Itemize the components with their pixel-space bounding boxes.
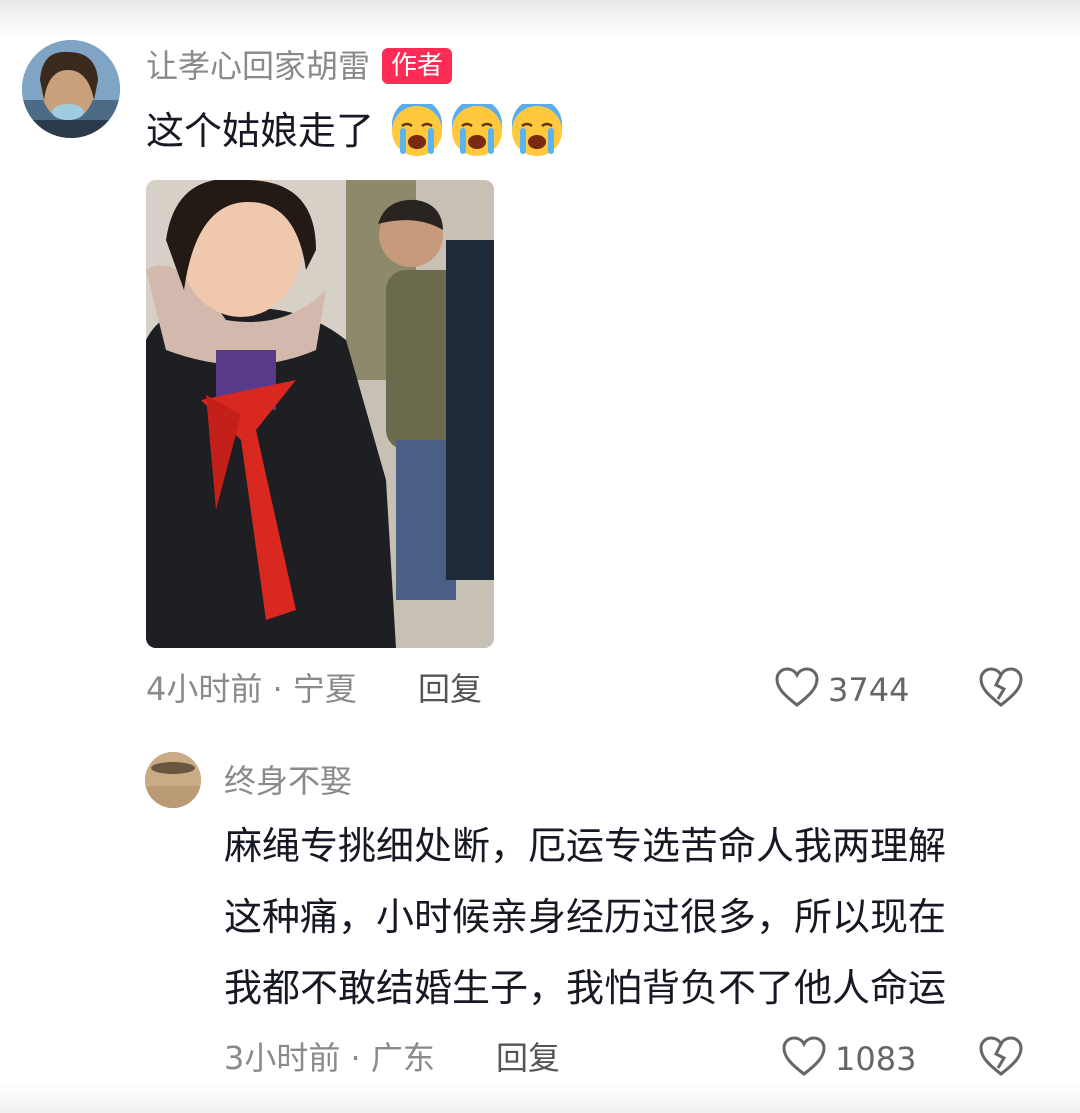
reply-dislike-button[interactable] (978, 1036, 1024, 1082)
reply-like-count: 1083 (835, 1040, 917, 1078)
dislike-button[interactable] (978, 667, 1024, 713)
top-fade (0, 0, 1080, 40)
reply-reply-button[interactable]: 回复 (496, 1038, 560, 1078)
broken-heart-icon (978, 667, 1024, 713)
emoji-row (384, 99, 564, 158)
photo-image (146, 180, 494, 648)
reply-button[interactable]: 回复 (418, 669, 482, 709)
broken-heart-icon (978, 1036, 1024, 1082)
bottom-fade (0, 1083, 1080, 1113)
avatar-image (22, 40, 120, 138)
reply-meta: 3小时前 · 广东 (224, 1039, 435, 1077)
reply-username[interactable]: 终身不娶 (224, 761, 352, 801)
reply-text: 麻绳专挑细处断，厄运专选苦命人我两理解 这种痛，小时候亲身经历过很多，所以现在 … (224, 811, 1024, 1024)
comment-meta: 4小时前 · 宁夏 (146, 670, 357, 708)
like-count: 3744 (828, 671, 910, 709)
comment-header: 让孝心回家胡雷 作者 (146, 46, 453, 86)
reply-avatar[interactable] (145, 752, 201, 808)
reply-text-line: 这种痛，小时候亲身经历过很多，所以现在 (224, 895, 947, 939)
heart-icon (781, 1036, 827, 1082)
reply-avatar-image (145, 752, 201, 808)
loudly-crying-face-icon (510, 99, 564, 158)
heart-icon (774, 667, 820, 713)
comment-photo[interactable] (146, 180, 494, 648)
like-button[interactable]: 3744 (774, 667, 909, 713)
reply-text-line: 我都不敢结婚生子，我怕背负不了他人命运 (224, 966, 947, 1010)
comment-text: 这个姑娘走了 (146, 109, 375, 153)
author-username[interactable]: 让孝心回家胡雷 (146, 46, 370, 86)
reply-like-button[interactable]: 1083 (781, 1036, 916, 1082)
loudly-crying-face-icon (390, 99, 444, 158)
reply-text-line: 麻绳专挑细处断，厄运专选苦命人我两理解 (224, 824, 947, 868)
comment-body: 这个姑娘走了 (146, 99, 564, 158)
loudly-crying-face-icon (450, 99, 504, 158)
author-avatar[interactable] (22, 40, 120, 138)
author-badge: 作者 (382, 48, 453, 84)
